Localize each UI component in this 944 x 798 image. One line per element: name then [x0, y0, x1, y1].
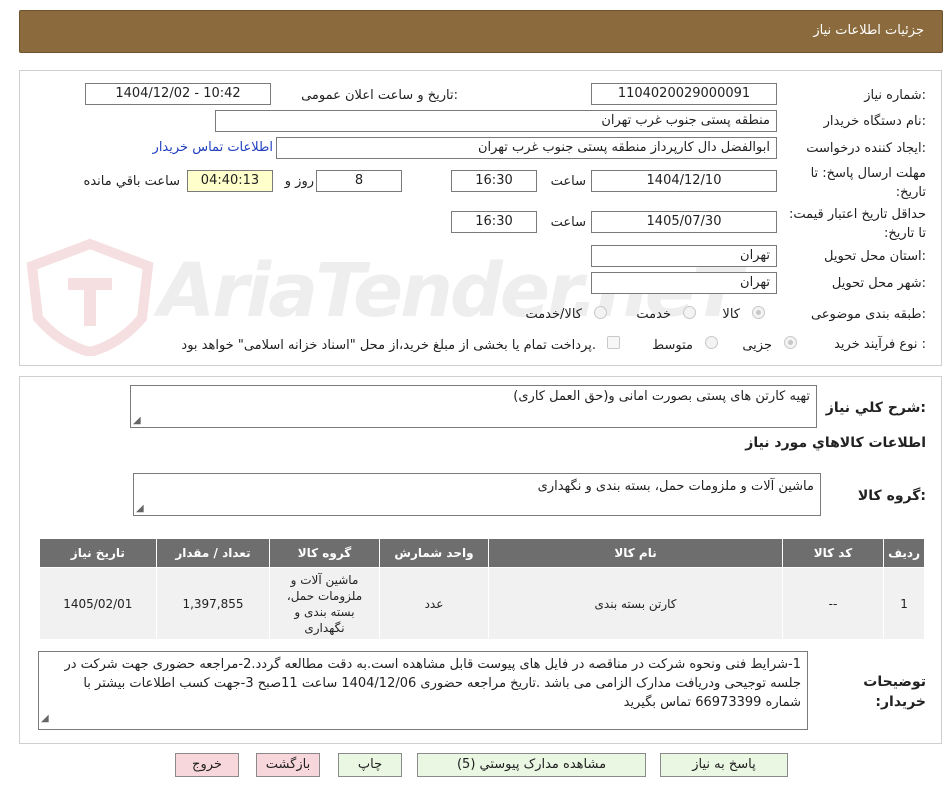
category-option-goods: کالا: [722, 307, 740, 322]
category-radio-goods-service[interactable]: [594, 306, 607, 319]
cell-row: 1: [883, 567, 925, 640]
col-unit: واحد شمارش: [378, 538, 490, 568]
process-radio-partial[interactable]: [784, 336, 797, 349]
city-label: شهر محل تحویل:: [831, 276, 926, 291]
buyer-contact-link[interactable]: اطلاعات تماس خریدار: [153, 140, 273, 155]
deadline-time-label: ساعت: [550, 174, 586, 189]
category-option-goods-service: کالا/خدمت: [525, 307, 582, 322]
cell-code: --: [781, 567, 885, 640]
requester-label: ایجاد کننده درخواست:: [806, 141, 926, 156]
province-field: تهران: [591, 245, 777, 267]
goods-group-label: گروه کالا:: [857, 488, 926, 504]
process-option-partial: جزیی: [742, 338, 772, 353]
treasury-checkbox[interactable]: [607, 336, 620, 349]
goods-group-text: ماشین آلات و ملزومات حمل، بسته بندی و نگ…: [537, 479, 814, 494]
summary-label: شرح کلي نياز:: [825, 400, 926, 416]
summary-textarea[interactable]: تهیه کارتن های پستی بصورت امانی و(حق الع…: [130, 385, 817, 428]
province-label: استان محل تحویل:: [824, 249, 926, 264]
watermark-logo-icon: [26, 238, 154, 358]
table-header-row: ردیف کد کالا نام کالا واحد شمارش گروه کا…: [39, 538, 925, 568]
col-code: کد کالا: [781, 538, 885, 568]
col-date: تاریخ نیاز: [39, 538, 157, 568]
need-number-label: شماره نیاز:: [864, 88, 926, 103]
col-qty: تعداد / مقدار: [155, 538, 271, 568]
goods-table: ردیف کد کالا نام کالا واحد شمارش گروه کا…: [39, 538, 925, 640]
deadline-label: مهلت ارسال پاسخ: تا تاریخ:: [810, 166, 926, 200]
resize-grip-icon[interactable]: ◢: [136, 503, 144, 514]
cell-group: ماشین آلات و ملزومات حمل، بسته بندی و نگ…: [269, 567, 380, 640]
category-label: طبقه بندی موضوعی:: [810, 307, 926, 322]
page-title: جزئیات اطلاعات نیاز: [813, 23, 924, 38]
process-label: نوع فرآیند خرید :: [834, 337, 926, 352]
goods-group-textarea[interactable]: ماشین آلات و ملزومات حمل، بسته بندی و نگ…: [133, 473, 821, 516]
validity-date-field: 1405/07/30: [591, 211, 777, 233]
resize-grip-icon[interactable]: ◢: [41, 709, 49, 728]
days-field: 8: [316, 170, 402, 192]
validity-time-field: 16:30: [451, 211, 537, 233]
need-number-field: 1104020029000091: [591, 83, 777, 105]
table-row: 1 -- کارتن بسته بندی عدد ماشین آلات و مل…: [39, 567, 925, 640]
validity-time-label: ساعت: [550, 215, 586, 230]
resize-grip-icon[interactable]: ◢: [133, 415, 141, 426]
page-header: جزئیات اطلاعات نیاز: [19, 10, 943, 53]
reply-button[interactable]: پاسخ به نیاز: [660, 753, 788, 777]
process-option-medium: متوسط: [652, 338, 693, 353]
buyer-org-field: منطقه پستی جنوب غرب تهران: [215, 110, 777, 132]
cell-name: کارتن بسته بندی: [488, 567, 783, 640]
summary-text: تهیه کارتن های پستی بصورت امانی و(حق الع…: [513, 389, 810, 404]
requester-field: ابوالفضل دال کارپرداز منطقه پستی جنوب غر…: [276, 137, 777, 159]
announce-label: تاریخ و ساعت اعلان عمومی:: [301, 88, 458, 103]
days-label: روز و: [284, 174, 314, 189]
category-radio-service[interactable]: [683, 306, 696, 319]
treasury-payment-note: پرداخت تمام یا بخشی از مبلغ خرید،از محل …: [181, 338, 596, 353]
category-option-service: خدمت: [636, 307, 671, 322]
goods-info-title: اطلاعات کالاهاي مورد نياز: [745, 435, 926, 451]
col-row: ردیف: [883, 538, 925, 568]
buyer-org-label: نام دستگاه خریدار:: [823, 114, 926, 129]
city-field: تهران: [591, 272, 777, 294]
buyer-notes-textarea[interactable]: 1-شرایط فنی ونحوه شرکت در مناقصه در فایل…: [38, 651, 808, 730]
attachments-button[interactable]: مشاهده مدارک پیوستي (5): [417, 753, 646, 777]
category-radio-goods[interactable]: [752, 306, 765, 319]
back-button[interactable]: بازگشت: [256, 753, 320, 777]
col-group: گروه کالا: [269, 538, 380, 568]
col-name: نام کالا: [488, 538, 783, 568]
cell-unit: عدد: [378, 567, 490, 640]
validity-label: حداقل تاريخ اعتبار قيمت: تا تاريخ:: [788, 207, 926, 241]
announce-field: 1404/12/02 - 10:42: [85, 83, 271, 105]
deadline-time-field: 16:30: [451, 170, 537, 192]
exit-button[interactable]: خروج: [175, 753, 239, 777]
remaining-label: ساعت باقي مانده: [83, 174, 180, 189]
print-button[interactable]: چاپ: [338, 753, 402, 777]
cell-qty: 1,397,855: [155, 567, 271, 640]
buyer-notes-label: توضیحات خریدار:: [863, 674, 926, 710]
cell-date: 1405/02/01: [39, 567, 157, 640]
deadline-date-field: 1404/12/10: [591, 170, 777, 192]
remaining-time-field: 04:40:13: [187, 170, 273, 192]
buyer-notes-text: 1-شرایط فنی ونحوه شرکت در مناقصه در فایل…: [64, 657, 801, 710]
process-radio-medium[interactable]: [705, 336, 718, 349]
